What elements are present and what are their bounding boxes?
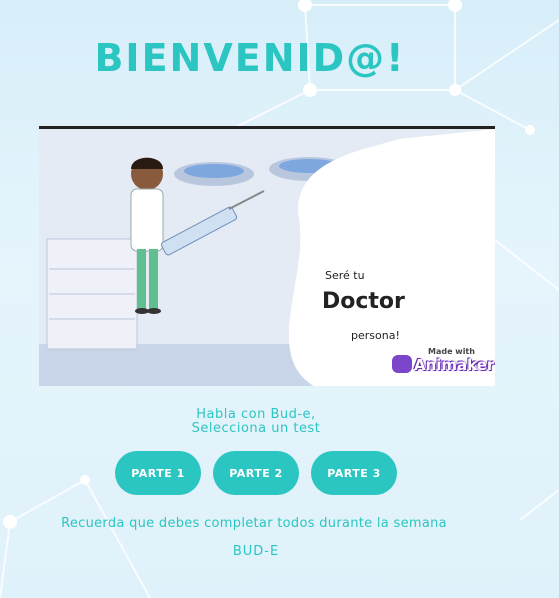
video-caption-3: persona! [351, 329, 400, 342]
reminder-text: Recuerda que debes completar todos duran… [61, 516, 447, 531]
animaker-badge: Made with Animaker [392, 347, 494, 375]
animaker-logo-icon [392, 355, 412, 373]
badge-made-with: Made with [428, 347, 475, 356]
page-title: BIENVENID@! [94, 36, 406, 80]
prompt-line-2: Selecciona un test [191, 421, 321, 436]
video-player[interactable]: Seré tu Doctor persona! Made with Animak… [39, 126, 495, 386]
parte-1-button[interactable]: PARTE 1 [115, 451, 201, 495]
video-caption-1: Seré tu [325, 269, 365, 282]
prompt-line-1: Habla con Bud-e, [196, 407, 316, 422]
badge-brand: Animaker [414, 356, 495, 374]
footer-brand: BUD-E [232, 544, 280, 559]
prompt-text: Habla con Bud-e, Selecciona un test [0, 408, 512, 436]
parte-2-button[interactable]: PARTE 2 [213, 451, 299, 495]
parte-3-button[interactable]: PARTE 3 [311, 451, 397, 495]
video-caption-2: Doctor [322, 289, 405, 314]
